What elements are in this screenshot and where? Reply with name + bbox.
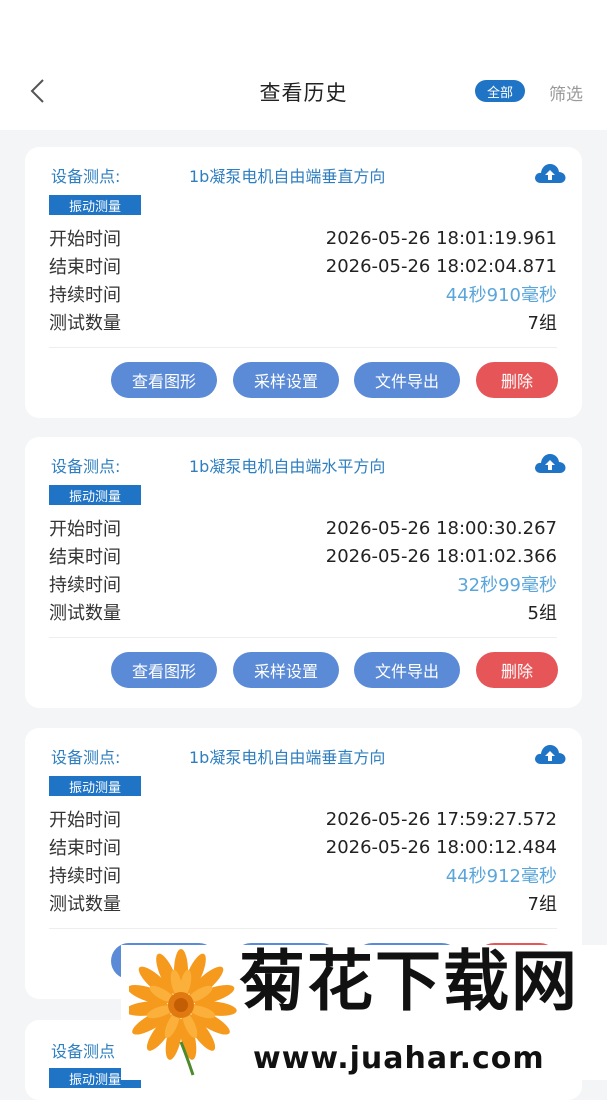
start-time-value: 2026-05-26 17:59:27.572 <box>325 808 557 830</box>
end-time-label: 结束时间 <box>49 257 121 278</box>
watermark-title: 菊花下载网 <box>239 943 579 1020</box>
view-chart-button[interactable]: 查看图形 <box>111 362 217 398</box>
divider <box>49 347 557 348</box>
end-time-row: 结束时间 2026-05-26 18:01:02.366 <box>49 542 557 570</box>
record-card: 设备测点: 1b凝泵电机自由端水平方向 振动测量 开始时间 2026-05-26… <box>25 437 582 708</box>
duration-label: 持续时间 <box>49 866 121 887</box>
start-time-value: 2026-05-26 18:00:30.267 <box>325 517 557 539</box>
duration-label: 持续时间 <box>49 575 121 596</box>
duration-value: 44秒910毫秒 <box>445 285 557 306</box>
count-row: 测试数量 5组 <box>49 598 557 626</box>
measurement-type-tag: 振动测量 <box>49 485 141 505</box>
point-label: 设备测点: <box>51 457 121 476</box>
point-label: 设备测点: <box>51 748 121 767</box>
start-time-row: 开始时间 2026-05-26 18:00:30.267 <box>49 514 557 542</box>
end-time-value: 2026-05-26 18:00:12.484 <box>325 836 557 858</box>
start-time-row: 开始时间 2026-05-26 18:01:19.961 <box>49 224 557 252</box>
end-time-value: 2026-05-26 18:02:04.871 <box>325 255 557 277</box>
watermark: 菊花下载网 www.juahar.com <box>121 945 607 1080</box>
count-label: 测试数量 <box>49 313 121 334</box>
duration-label: 持续时间 <box>49 285 121 306</box>
point-value: 1b凝泵电机自由端垂直方向 <box>189 167 386 186</box>
delete-button[interactable]: 删除 <box>476 652 558 688</box>
flower-logo-icon <box>129 949 237 1076</box>
top-bar: 查看历史 全部 筛选 <box>0 0 607 130</box>
divider <box>49 928 557 929</box>
point-label: 设备测点 <box>51 1042 116 1061</box>
duration-row: 持续时间 44秒910毫秒 <box>49 280 557 308</box>
end-time-row: 结束时间 2026-05-26 18:00:12.484 <box>49 833 557 861</box>
end-time-row: 结束时间 2026-05-26 18:02:04.871 <box>49 252 557 280</box>
cloud-upload-icon[interactable] <box>533 162 567 184</box>
start-time-label: 开始时间 <box>49 519 121 540</box>
end-time-value: 2026-05-26 18:01:02.366 <box>325 545 557 567</box>
duration-row: 持续时间 32秒99毫秒 <box>49 570 557 598</box>
start-time-label: 开始时间 <box>49 229 121 250</box>
duration-row: 持续时间 44秒912毫秒 <box>49 861 557 889</box>
sampling-settings-button[interactable]: 采样设置 <box>233 652 339 688</box>
measurement-type-tag: 振动测量 <box>49 776 141 796</box>
delete-button[interactable]: 删除 <box>476 362 558 398</box>
export-file-button[interactable]: 文件导出 <box>354 652 460 688</box>
watermark-url: www.juahar.com <box>253 1041 545 1076</box>
record-card: 设备测点: 1b凝泵电机自由端垂直方向 振动测量 开始时间 2026-05-26… <box>25 147 582 418</box>
count-value: 5组 <box>527 603 557 624</box>
end-time-label: 结束时间 <box>49 838 121 859</box>
count-value: 7组 <box>527 313 557 334</box>
start-time-label: 开始时间 <box>49 810 121 831</box>
count-row: 测试数量 7组 <box>49 889 557 917</box>
divider <box>49 637 557 638</box>
measurement-type-tag: 振动测量 <box>49 195 141 215</box>
duration-value: 32秒99毫秒 <box>457 575 557 596</box>
cloud-upload-icon[interactable] <box>533 743 567 765</box>
count-row: 测试数量 7组 <box>49 308 557 336</box>
filter-button[interactable]: 筛选 <box>549 80 583 105</box>
sampling-settings-button[interactable]: 采样设置 <box>233 362 339 398</box>
point-value: 1b凝泵电机自由端垂直方向 <box>189 748 386 767</box>
filter-all-badge[interactable]: 全部 <box>475 80 525 102</box>
count-label: 测试数量 <box>49 603 121 624</box>
duration-value: 44秒912毫秒 <box>445 866 557 887</box>
start-time-value: 2026-05-26 18:01:19.961 <box>325 227 557 249</box>
view-chart-button[interactable]: 查看图形 <box>111 652 217 688</box>
export-file-button[interactable]: 文件导出 <box>354 362 460 398</box>
point-label: 设备测点: <box>51 167 121 186</box>
cloud-upload-icon[interactable] <box>533 452 567 474</box>
start-time-row: 开始时间 2026-05-26 17:59:27.572 <box>49 805 557 833</box>
point-value: 1b凝泵电机自由端水平方向 <box>189 457 386 476</box>
count-value: 7组 <box>527 894 557 915</box>
end-time-label: 结束时间 <box>49 547 121 568</box>
count-label: 测试数量 <box>49 894 121 915</box>
